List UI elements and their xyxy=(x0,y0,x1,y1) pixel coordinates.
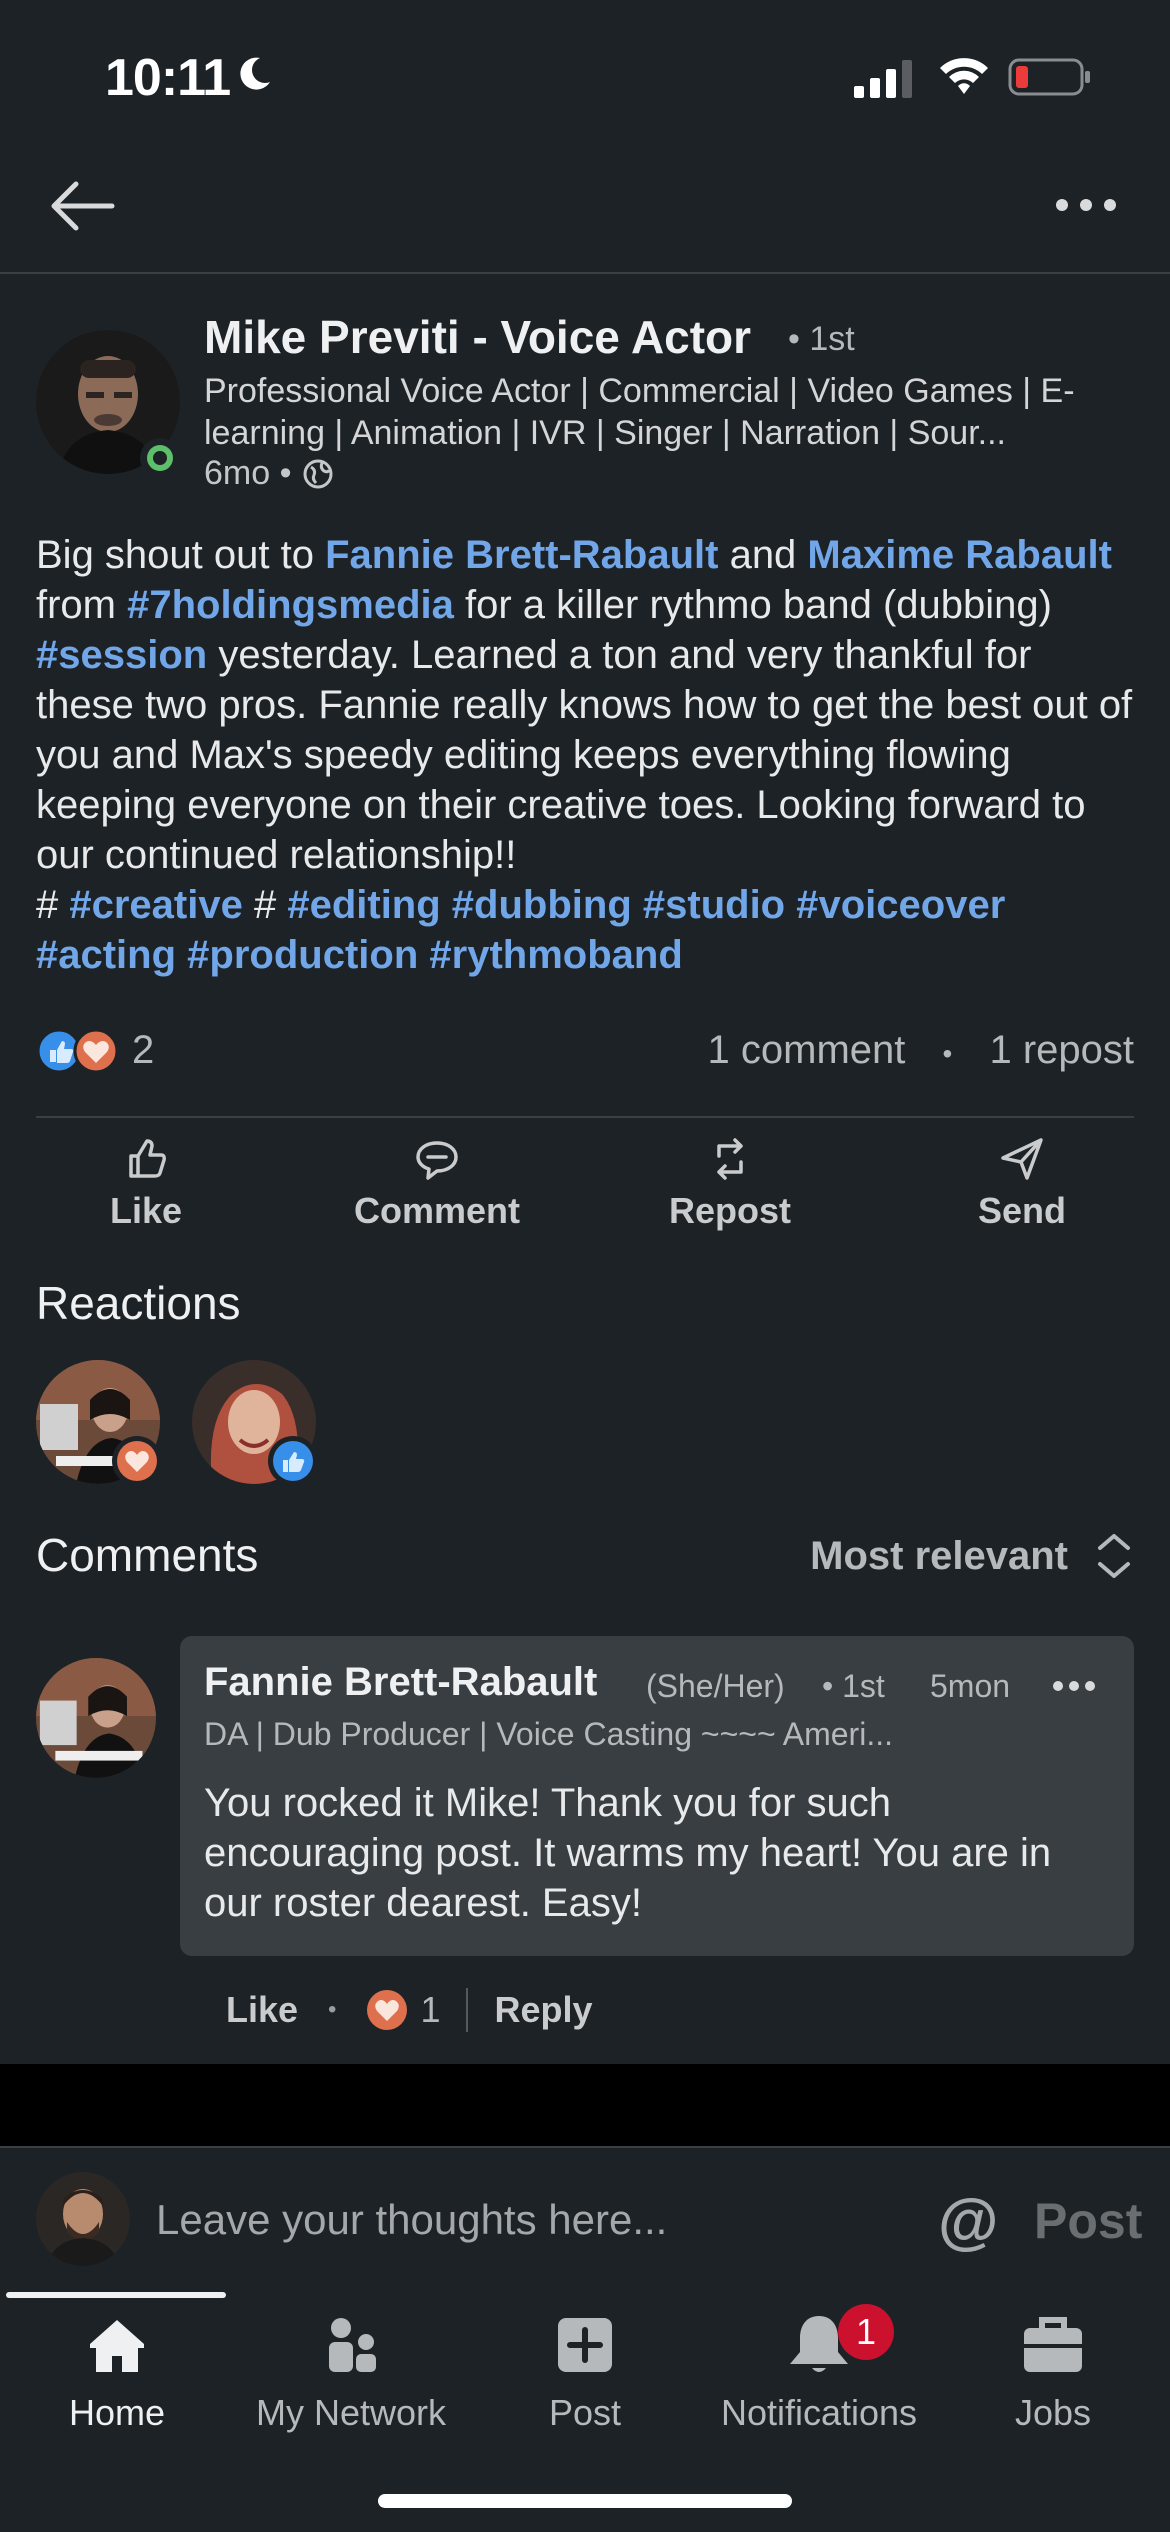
people-icon xyxy=(329,2318,376,2372)
hashtag-link[interactable]: #7holdingsmedia xyxy=(127,583,454,627)
post-text: # xyxy=(242,883,288,927)
hashtag-link[interactable]: #session xyxy=(36,633,207,677)
thumbs-up-icon xyxy=(129,1139,166,1178)
post-age: 6mo • xyxy=(204,454,292,492)
home-indicator xyxy=(378,2494,792,2508)
comment-label: Comment xyxy=(353,1190,520,1231)
tab-post[interactable]: Post xyxy=(468,2304,702,2434)
tab-post-label: Post xyxy=(548,2392,622,2433)
content-end-spacer xyxy=(0,2064,1170,2146)
hashtag-link[interactable]: #acting xyxy=(36,933,176,977)
like-reaction-badge xyxy=(268,1436,318,1486)
back-arrow-icon[interactable] xyxy=(46,176,118,236)
tab-my-network[interactable]: My Network xyxy=(234,2304,468,2434)
my-avatar xyxy=(36,2172,130,2266)
globe-icon xyxy=(303,459,332,488)
comment-icon xyxy=(416,1141,458,1180)
post-text: and xyxy=(718,533,808,577)
post-meta: 6mo • xyxy=(204,454,334,493)
mention-button[interactable]: @ xyxy=(938,2186,998,2257)
wifi-icon xyxy=(940,58,988,94)
battery-icon xyxy=(1008,58,1090,96)
hashtag-link[interactable]: #editing xyxy=(287,883,440,927)
repost-count[interactable]: 1 repost xyxy=(989,1028,1134,1072)
tab-home-label: Home xyxy=(68,2392,166,2433)
author-name[interactable]: Mike Previti - Voice Actor xyxy=(204,310,751,364)
sort-chevrons-icon xyxy=(1098,1534,1130,1578)
like-label: Like xyxy=(109,1190,183,1231)
comment-count[interactable]: 1 comment xyxy=(708,1028,906,1072)
reaction-count[interactable]: 2 xyxy=(132,1028,154,1073)
author-connection-degree: • 1st xyxy=(788,320,855,358)
comment-reply-button[interactable]: Reply xyxy=(494,1989,592,2031)
commenter-avatar[interactable] xyxy=(36,1658,156,1778)
tab-home[interactable]: Home xyxy=(0,2304,234,2434)
separator-dot: • xyxy=(942,1038,953,1069)
hashtag-link[interactable]: #voiceover xyxy=(796,883,1005,927)
tab-jobs-label: Jobs xyxy=(1014,2392,1092,2433)
post-comment-button[interactable]: Post xyxy=(1034,2192,1142,2250)
header-divider xyxy=(0,272,1170,274)
more-options-icon[interactable] xyxy=(1050,190,1122,220)
post-text: Big shout out to xyxy=(36,533,326,577)
moon-icon xyxy=(240,57,270,90)
comment-actions: Like • 1 Reply xyxy=(226,1988,593,2032)
author-headline: Professional Voice Actor | Commercial | … xyxy=(204,372,1075,452)
comments-heading: Comments xyxy=(36,1529,259,1581)
hashtag-link[interactable]: #dubbing xyxy=(452,883,632,927)
online-status-icon xyxy=(140,438,180,478)
repost-button[interactable]: Repost xyxy=(630,1136,830,1236)
send-button[interactable]: Send xyxy=(922,1136,1122,1236)
plus-square-icon xyxy=(558,2318,612,2372)
comment-input[interactable] xyxy=(156,2196,856,2244)
separator-dot: • xyxy=(328,1996,337,2023)
post-body: Big shout out to Fannie Brett-Rabault an… xyxy=(36,530,1136,980)
like-button[interactable]: Like xyxy=(46,1136,246,1236)
send-icon xyxy=(1001,1138,1043,1180)
notifications-badge: 1 xyxy=(838,2304,894,2360)
home-icon xyxy=(90,2320,144,2372)
tab-notifications-label: Notifications xyxy=(720,2392,918,2433)
repost-label: Repost xyxy=(668,1190,791,1231)
briefcase-icon xyxy=(1024,2317,1082,2372)
send-label: Send xyxy=(977,1190,1066,1231)
comment-reaction-count[interactable]: 1 xyxy=(420,1989,440,2031)
hashtag-link[interactable]: #production xyxy=(187,933,418,977)
hashtag-link[interactable]: #rythmoband xyxy=(429,933,682,977)
tab-notifications[interactable]: Notifications xyxy=(702,2304,936,2434)
divider xyxy=(466,1988,469,2032)
commenter-headline: DA | Dub Producer | Voice Casting ~~~~ A… xyxy=(204,1716,893,1752)
mention-link[interactable]: Fannie Brett-Rabault xyxy=(325,533,718,577)
active-tab-indicator xyxy=(6,2292,226,2298)
comment-timestamp: 5mon xyxy=(930,1668,1011,1704)
commenter-pronouns: (She/Her) xyxy=(646,1668,785,1704)
post-text: from xyxy=(36,583,128,627)
comment-like-button[interactable]: Like xyxy=(226,1989,298,2031)
reaction-summary-icons[interactable] xyxy=(36,1028,120,1074)
repost-icon xyxy=(717,1138,743,1180)
signal-icon xyxy=(854,60,912,98)
engagement-counts: 1 comment • 1 repost xyxy=(708,1028,1134,1073)
sort-label: Most relevant xyxy=(810,1533,1068,1578)
comment-text: You rocked it Mike! Thank you for such e… xyxy=(204,1781,1052,1925)
love-reaction-icon[interactable] xyxy=(366,1989,408,2031)
tab-network-label: My Network xyxy=(255,2392,447,2433)
comment-more-icon[interactable] xyxy=(1052,1676,1096,1696)
tab-jobs[interactable]: Jobs xyxy=(936,2304,1170,2434)
love-reaction-badge xyxy=(112,1436,162,1486)
status-time: 10:11 xyxy=(105,49,231,107)
post-text: # xyxy=(36,883,70,927)
comment-sort-select[interactable]: Most relevant xyxy=(810,1530,1134,1582)
mention-link[interactable]: Maxime Rabault xyxy=(807,533,1112,577)
actions-divider xyxy=(36,1116,1134,1118)
post-text: for a killer rythmo band (dubbing) xyxy=(453,583,1052,627)
hashtag-link[interactable]: #creative xyxy=(69,883,242,927)
reactions-heading: Reactions xyxy=(36,1277,241,1329)
comment-button[interactable]: Comment xyxy=(337,1136,537,1236)
commenter-name[interactable]: Fannie Brett-Rabault xyxy=(204,1660,597,1705)
hashtag-link[interactable]: #studio xyxy=(643,883,785,927)
commenter-connection-degree: • 1st xyxy=(822,1668,885,1704)
